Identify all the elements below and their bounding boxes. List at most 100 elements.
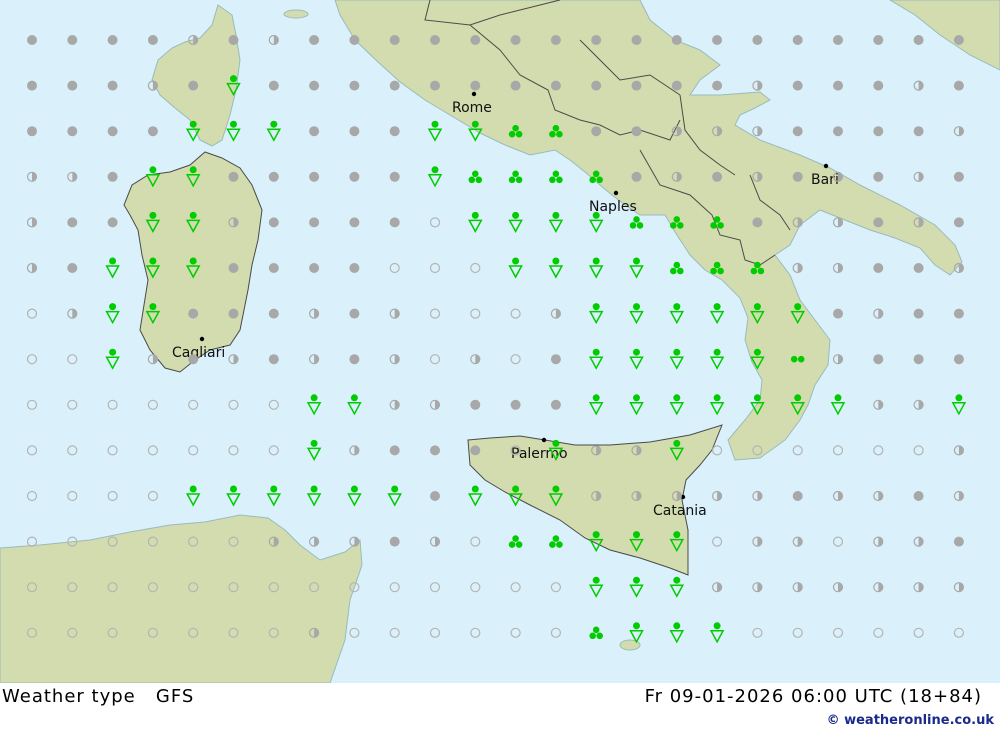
weather-symbol-d xyxy=(107,126,118,137)
weather-symbol-d xyxy=(27,80,37,91)
forecast-timestamp: Fr 09-01-2026 06:00 UTC (18+84) xyxy=(644,686,982,707)
weather-map: RomeNaplesBariCagliariPalermoCatania xyxy=(0,0,1000,683)
weather-symbol-d xyxy=(510,80,521,91)
weather-symbol-d xyxy=(833,80,843,91)
weather-symbol-d xyxy=(752,217,763,228)
weather-symbol-d xyxy=(268,308,279,319)
weather-symbol-d xyxy=(591,35,602,45)
weather-symbol-d xyxy=(913,35,924,45)
weather-symbol-d xyxy=(631,80,642,91)
weather-symbol-d xyxy=(349,354,360,365)
weather-symbol-d xyxy=(550,354,561,365)
weather-symbol-d xyxy=(550,80,561,91)
weather-symbol-d xyxy=(67,80,78,91)
weather-symbol-d xyxy=(228,308,239,319)
weather-symbol-d xyxy=(389,35,400,45)
weather-symbol-d xyxy=(873,354,884,365)
weather-symbol-d xyxy=(470,445,481,456)
elba-island xyxy=(283,9,309,19)
weather-symbol-d xyxy=(873,80,884,91)
weather-symbol-d xyxy=(550,35,561,45)
map-footer: Weather type GFS Fr 09-01-2026 06:00 UTC… xyxy=(0,683,1000,733)
weather-symbol-d xyxy=(792,80,803,91)
weather-symbol-d xyxy=(631,171,642,182)
weather-symbol-d xyxy=(430,445,440,456)
weather-symbol-d xyxy=(913,354,924,365)
weather-symbol-d xyxy=(953,536,964,547)
weather-symbol-d xyxy=(349,263,360,273)
weather-symbol-d xyxy=(309,263,320,273)
weather-symbol-d xyxy=(470,399,481,410)
weather-symbol-d xyxy=(349,126,360,137)
weather-symbol-d xyxy=(873,217,884,228)
weather-symbol-d xyxy=(953,354,964,365)
weather-symbol-d xyxy=(873,126,884,137)
credit-link[interactable]: © weatheronline.co.uk xyxy=(827,713,994,728)
city-label: Catania xyxy=(653,503,707,519)
weather-symbol-d xyxy=(430,80,440,91)
weather-symbol-d xyxy=(430,491,440,501)
weather-symbol-d xyxy=(389,217,400,228)
weather-symbol-d xyxy=(389,80,400,91)
weather-symbol-d xyxy=(309,217,320,228)
weather-symbol-d xyxy=(309,126,320,137)
weather-symbol-d xyxy=(470,35,481,45)
weather-symbol-d xyxy=(953,217,964,228)
weather-symbol-d xyxy=(228,263,239,273)
weather-symbol-d xyxy=(510,35,521,45)
weather-symbol-d xyxy=(631,126,642,137)
weather-symbol-d xyxy=(349,171,360,182)
weather-symbol-d xyxy=(792,171,803,182)
weather-symbol-d xyxy=(349,217,360,228)
weather-symbol-d xyxy=(389,445,400,456)
weather-symbol-d xyxy=(107,80,118,91)
weather-symbol-d xyxy=(591,80,602,91)
weather-symbol-d xyxy=(67,35,78,45)
weather-symbol-d xyxy=(712,171,723,182)
weather-symbol-d xyxy=(268,263,279,273)
weather-symbol-d xyxy=(147,126,158,137)
weather-symbol-d xyxy=(792,491,803,501)
weather-symbol-d xyxy=(107,217,118,228)
weather-symbol-d xyxy=(792,35,803,45)
weather-symbol-d xyxy=(913,126,924,137)
weather-symbol-d xyxy=(792,126,803,137)
weather-symbol-d xyxy=(107,171,118,182)
weather-symbol-d xyxy=(873,35,884,45)
weather-symbol-d xyxy=(913,263,924,273)
weather-symbol-d xyxy=(591,126,602,137)
city-label: Rome xyxy=(452,100,492,116)
weather-symbol-d xyxy=(349,35,360,45)
weather-symbol-d xyxy=(309,35,320,45)
weather-symbol-d xyxy=(67,126,78,137)
weather-symbol-d xyxy=(188,80,199,91)
weather-symbol-d xyxy=(712,35,723,45)
weather-symbol-d xyxy=(953,308,964,319)
weather-symbol-d xyxy=(550,399,561,410)
weather-symbol-d xyxy=(107,35,118,45)
weather-symbol-d xyxy=(913,491,924,501)
weather-symbol-d xyxy=(188,354,199,365)
weather-symbol-d xyxy=(268,354,279,365)
weather-symbol-d xyxy=(349,80,360,91)
weather-symbol-d xyxy=(268,171,279,182)
weather-symbol-d xyxy=(873,263,884,273)
weather-symbol-d xyxy=(228,35,239,45)
weather-symbol-d xyxy=(752,35,763,45)
weather-symbol-d xyxy=(833,126,843,137)
weather-symbol-d xyxy=(147,35,158,45)
weather-symbol-d xyxy=(671,80,682,91)
weather-symbol-d xyxy=(188,308,199,319)
weather-symbol-d xyxy=(349,308,360,319)
weather-symbol-d xyxy=(953,35,964,45)
weather-symbol-d xyxy=(712,80,723,91)
map-title: Weather type GFS xyxy=(2,686,195,707)
city-label: Cagliari xyxy=(172,345,225,361)
weather-symbol-d xyxy=(430,35,440,45)
weather-symbol-d xyxy=(268,217,279,228)
weather-symbol-d xyxy=(389,126,400,137)
weather-symbol-d xyxy=(67,263,78,273)
weather-symbol-d xyxy=(510,399,521,410)
weather-symbol-d xyxy=(873,171,884,182)
weather-symbol-d xyxy=(309,171,320,182)
